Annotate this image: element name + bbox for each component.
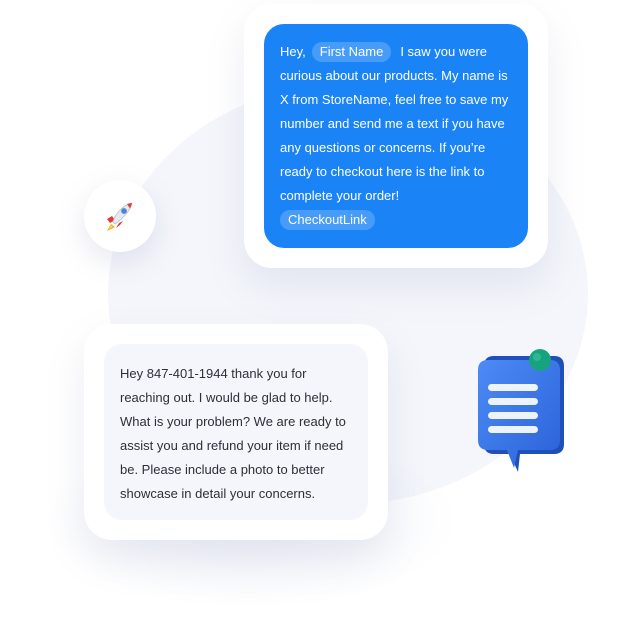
incoming-message-line: What is your problem? We are ready to [120, 414, 346, 429]
outgoing-message-line: complete your order! [280, 188, 400, 203]
chat-illustration: Hey, First Name I saw you were curious abo… [0, 0, 638, 644]
outgoing-message-line: number and send me a text if you have [280, 116, 505, 131]
incoming-message-line: assist you and refund your item if need [120, 438, 344, 453]
outgoing-message-line: X from StoreName, feel free to save my [280, 92, 509, 107]
outgoing-message-text: I saw you were [400, 44, 488, 59]
incoming-message-line: showcase in detail your concerns. [120, 486, 316, 501]
chat-bubble-badge [470, 344, 570, 481]
greeting-text: Hey, [280, 44, 306, 59]
outgoing-message-line: Hey, First Name I saw you were [280, 40, 512, 64]
checkout-link-tag[interactable]: CheckoutLink [280, 210, 375, 230]
incoming-message-line: be. Please include a photo to better [120, 462, 325, 477]
outgoing-message-line: any questions or concerns. If you’re [280, 140, 486, 155]
incoming-message-line: reaching out. I would be glad to help. [120, 390, 333, 405]
outgoing-message-bubble: Hey, First Name I saw you were curious abo… [264, 24, 528, 248]
chat-bubble-icon [478, 349, 564, 472]
first-name-tag: First Name [311, 42, 392, 62]
rocket-icon [107, 202, 133, 231]
incoming-message-line: Hey 847-401-1944 thank you for [120, 366, 307, 381]
incoming-message-bubble: Hey 847-401-1944 thank you for reaching … [104, 344, 368, 520]
outgoing-message-line: ready to checkout here is the link to [280, 164, 485, 179]
rocket-badge [84, 180, 156, 252]
outgoing-message-line: curious about our products. My name is [280, 68, 508, 83]
